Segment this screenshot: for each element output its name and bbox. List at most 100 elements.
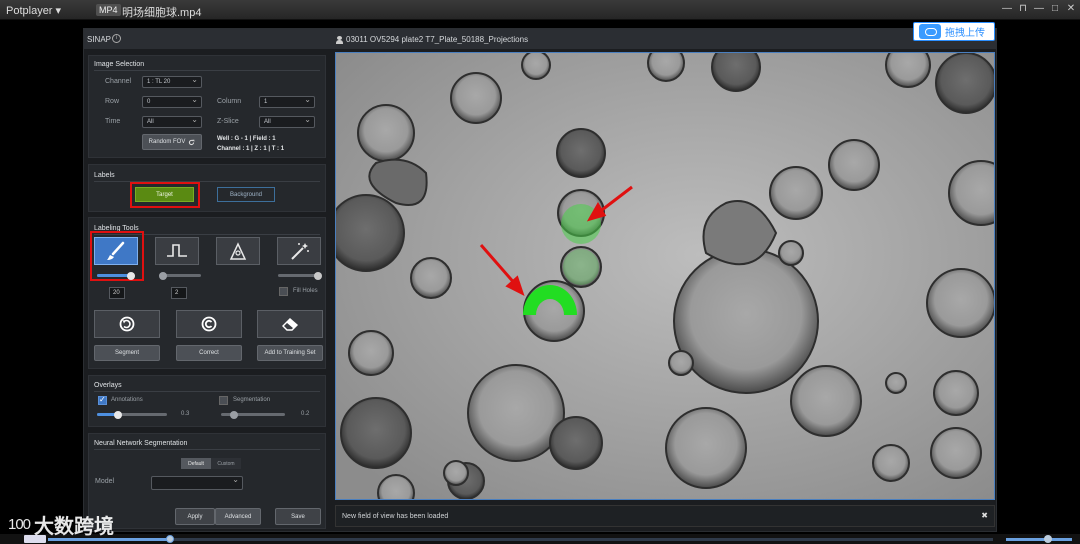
watermark-logo: 100: [8, 516, 31, 533]
segmentation-knob[interactable]: [229, 411, 238, 419]
volume-bar[interactable]: [1006, 538, 1072, 541]
pen-icon: [229, 242, 247, 260]
magic-wand-icon: [291, 243, 309, 260]
volume-knob[interactable]: [1044, 535, 1052, 543]
divider: [94, 391, 320, 392]
fill-holes-checkbox[interactable]: [279, 287, 288, 296]
divider: [94, 70, 320, 71]
redo-button[interactable]: [176, 310, 242, 338]
time-select[interactable]: All: [142, 115, 202, 128]
image-title: 03011 OV5294 plate2 T7_Plate_50188_Proje…: [336, 35, 528, 44]
app-header: SINAP i 03011 OV5294 plate2 T7_Plate_501…: [84, 29, 996, 49]
overlays-title: Overlays: [94, 382, 122, 389]
player-menu[interactable]: Potplayer ▾: [6, 4, 61, 17]
format-badge: MP4: [96, 4, 121, 16]
brush-icon: [107, 241, 125, 260]
channel-select[interactable]: 1 : TL 20: [142, 75, 202, 88]
tolerance-slider[interactable]: [278, 274, 318, 277]
app-title: SINAP: [87, 35, 112, 44]
nn-panel: Neural Network Segmentation Default Cust…: [88, 433, 326, 529]
correct-button[interactable]: Correct: [176, 345, 242, 361]
target-button[interactable]: Target: [135, 187, 194, 202]
redo-icon: [201, 316, 217, 332]
random-fov-label: Random FOV: [148, 139, 186, 145]
segmentation-checkbox[interactable]: [219, 396, 228, 405]
channel-line: Channel : 1 | Z : 1 | T : 1: [217, 146, 285, 152]
seek-bar[interactable]: [48, 538, 993, 541]
brush-tool-button[interactable]: [94, 237, 138, 265]
zslice-label: Z-Slice: [217, 118, 239, 125]
sinap-app: SINAP i 03011 OV5294 plate2 T7_Plate_501…: [83, 28, 997, 532]
magic-wand-tool-button[interactable]: [277, 237, 321, 265]
labels-title: Labels: [94, 172, 115, 179]
smooth-input[interactable]: 2: [171, 287, 187, 299]
toggle-default[interactable]: Default: [181, 458, 211, 469]
minimize-button[interactable]: —: [1034, 3, 1044, 14]
labeling-tools-panel: Labeling Tools 20 2 Fill Holes Segment C…: [88, 217, 326, 369]
watermark-text: 大数跨境: [34, 516, 115, 538]
smooth-knob[interactable]: [159, 272, 168, 280]
player-controls: [0, 534, 1080, 544]
well-line: Well : G - 1 | Field : 1: [217, 136, 276, 142]
polygon-tool-button[interactable]: [216, 237, 260, 265]
model-source-toggle[interactable]: Default Custom: [181, 458, 241, 469]
mini-button[interactable]: ⊓: [1018, 3, 1028, 14]
threshold-icon: [167, 244, 187, 257]
row-label: Row: [105, 98, 120, 105]
cloud-upload-icon: [919, 24, 941, 39]
nn-title: Neural Network Segmentation: [94, 440, 188, 447]
upload-button[interactable]: 拖拽上传: [913, 22, 995, 41]
user-icon: [336, 35, 343, 44]
annotations-knob[interactable]: [114, 411, 122, 419]
annotations-value: 0.3: [181, 411, 190, 417]
pin-button[interactable]: —: [1002, 3, 1012, 14]
toggle-custom[interactable]: Custom: [211, 458, 241, 469]
model-select[interactable]: [151, 475, 243, 490]
time-label: Time: [105, 118, 121, 125]
background-button[interactable]: Background: [217, 187, 275, 202]
microscopy-image[interactable]: [336, 53, 995, 500]
upload-label: 拖拽上传: [945, 28, 985, 39]
zslice-select[interactable]: All: [259, 115, 315, 128]
status-message: New field of view has been loaded: [342, 513, 449, 520]
annotations-label: Annotations: [111, 397, 143, 403]
annotations-checkbox[interactable]: [98, 395, 107, 405]
threshold-tool-button[interactable]: [155, 237, 199, 265]
model-label: Model: [95, 478, 115, 485]
divider: [94, 181, 320, 182]
save-button[interactable]: Save: [275, 508, 321, 525]
undo-button[interactable]: [94, 310, 160, 338]
segment-button[interactable]: Segment: [94, 345, 160, 361]
image-selection-title: Image Selection: [94, 61, 145, 68]
row-select[interactable]: 0: [142, 95, 202, 108]
column-label: Column: [217, 98, 242, 105]
brush-size-fill: [97, 274, 132, 277]
image-title-text: 03011 OV5294 plate2 T7_Plate_50188_Proje…: [346, 35, 529, 44]
labels-panel: Labels Target Background: [88, 164, 326, 212]
apply-button[interactable]: Apply: [175, 508, 215, 525]
fill-holes-label: Fill Holes: [293, 288, 318, 294]
maximize-button[interactable]: □: [1050, 3, 1060, 14]
window-controls: — ⊓ — □ ✕: [1002, 3, 1076, 14]
file-name: 明场细胞球.mp4: [122, 7, 202, 19]
divider: [94, 449, 320, 450]
close-button[interactable]: ✕: [1066, 3, 1076, 14]
well-info: Well : G - 1 | Field : 1 Channel : 1 | Z…: [217, 134, 284, 154]
column-select[interactable]: 1: [259, 95, 315, 108]
player-titlebar: Potplayer ▾ MP4 明场细胞球.mp4 — ⊓ — □ ✕: [0, 0, 1080, 20]
add-training-button[interactable]: Add to Training Set: [257, 345, 323, 361]
overlays-panel: Overlays Annotations 0.3 Segmentation 0.…: [88, 375, 326, 427]
watermark: 100 大数跨境: [8, 510, 114, 539]
random-fov-button[interactable]: Random FOV: [142, 134, 202, 150]
erase-button[interactable]: [257, 310, 323, 338]
info-icon[interactable]: i: [112, 34, 121, 43]
status-close-icon[interactable]: ✖: [981, 511, 988, 520]
eraser-icon: [282, 318, 299, 331]
channel-label: Channel: [105, 78, 132, 85]
seek-knob[interactable]: [166, 535, 174, 543]
advanced-button[interactable]: Advanced: [215, 508, 261, 525]
tolerance-knob[interactable]: [314, 272, 322, 280]
brush-size-input[interactable]: 20: [109, 287, 125, 299]
undo-icon: [119, 316, 135, 332]
image-viewer[interactable]: [335, 52, 995, 500]
